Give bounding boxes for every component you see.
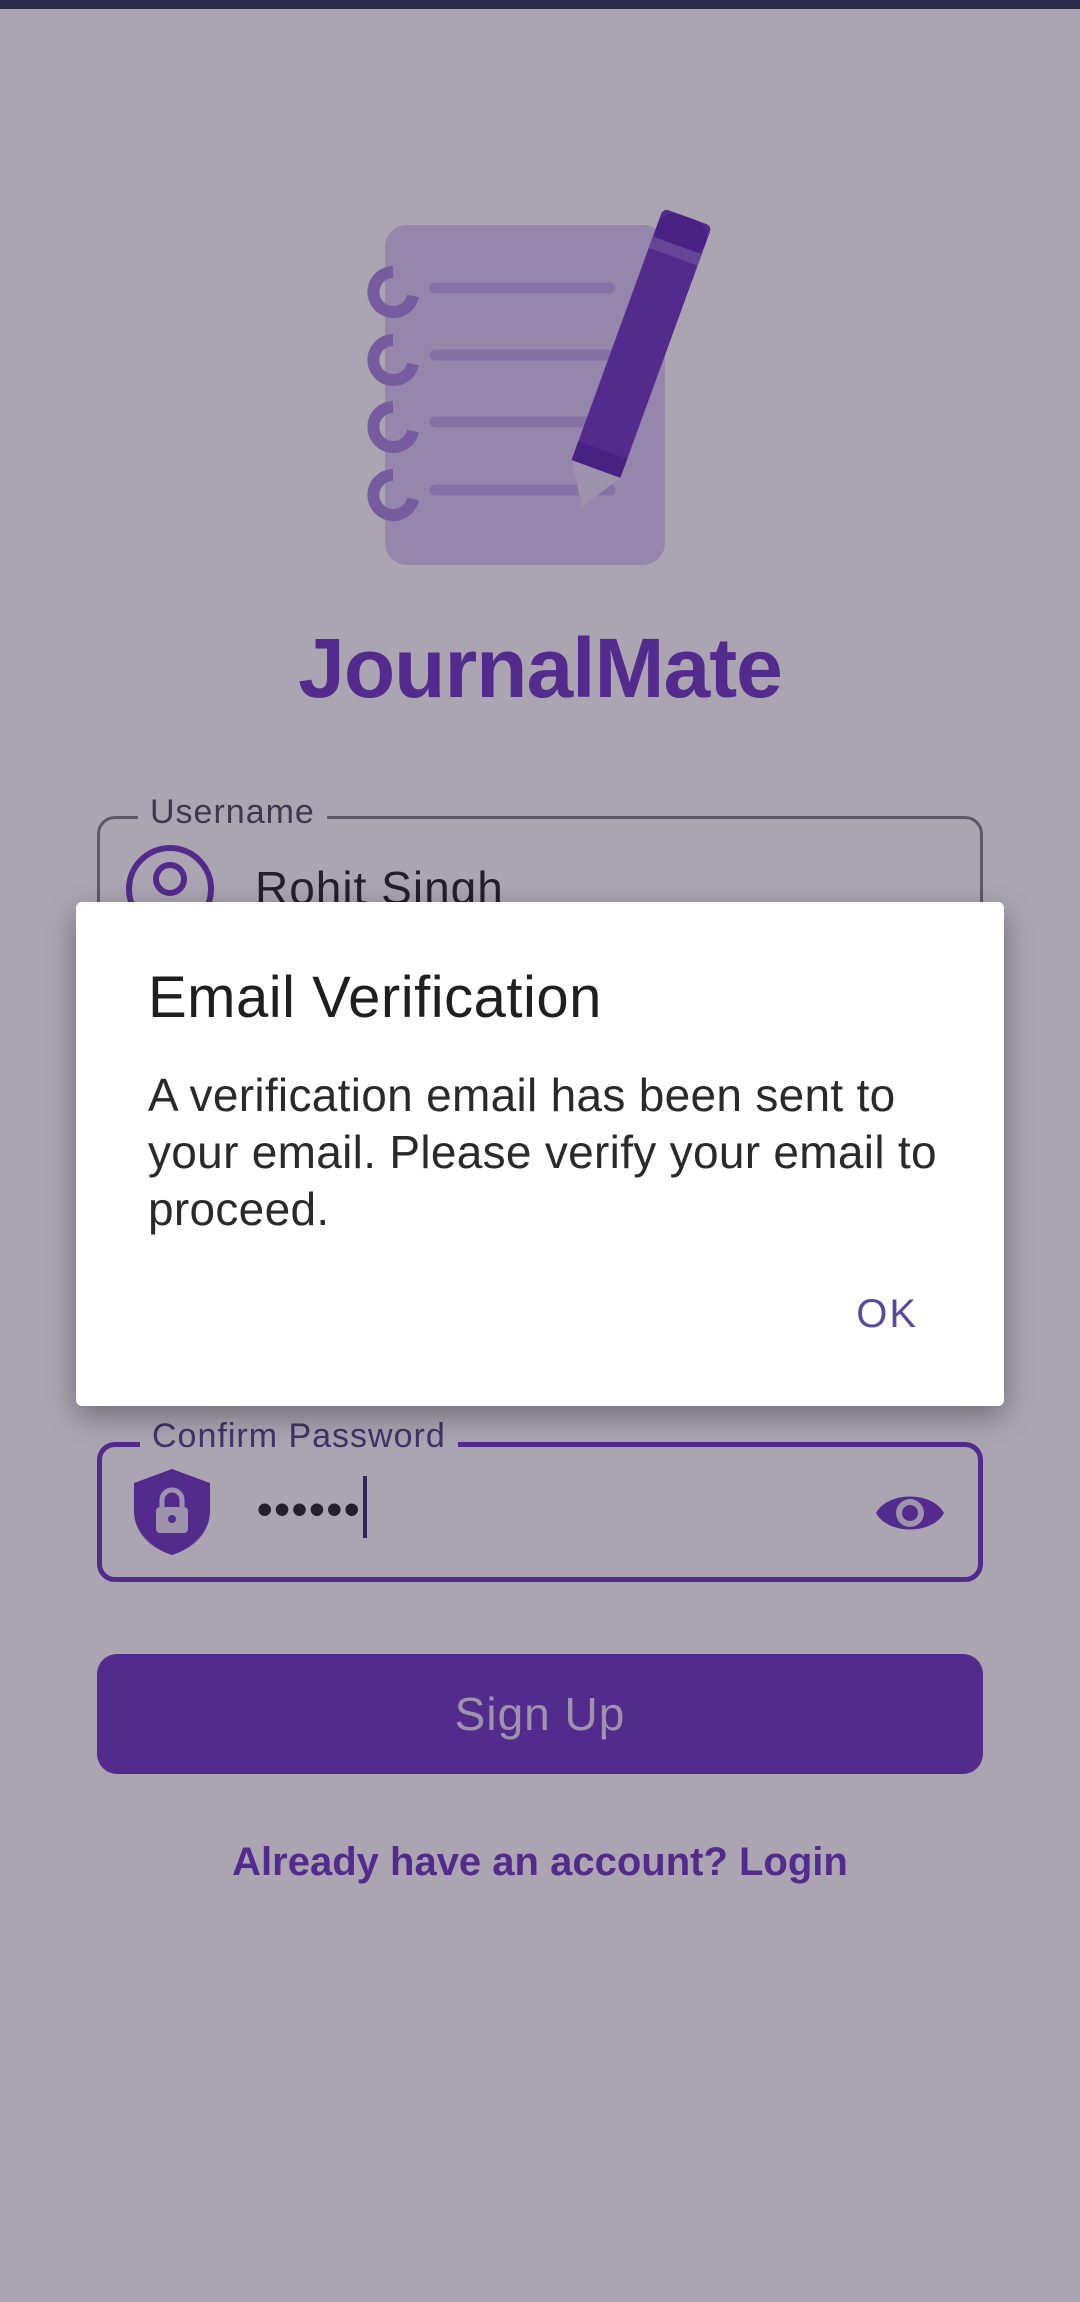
dialog-title: Email Verification [148, 965, 602, 1030]
dialog-message: A verification email has been sent to yo… [148, 1069, 937, 1235]
status-bar-strip [0, 0, 1080, 9]
ok-button[interactable]: OK [856, 1292, 918, 1337]
email-verification-dialog: Email Verification A verification email … [76, 902, 1004, 1406]
